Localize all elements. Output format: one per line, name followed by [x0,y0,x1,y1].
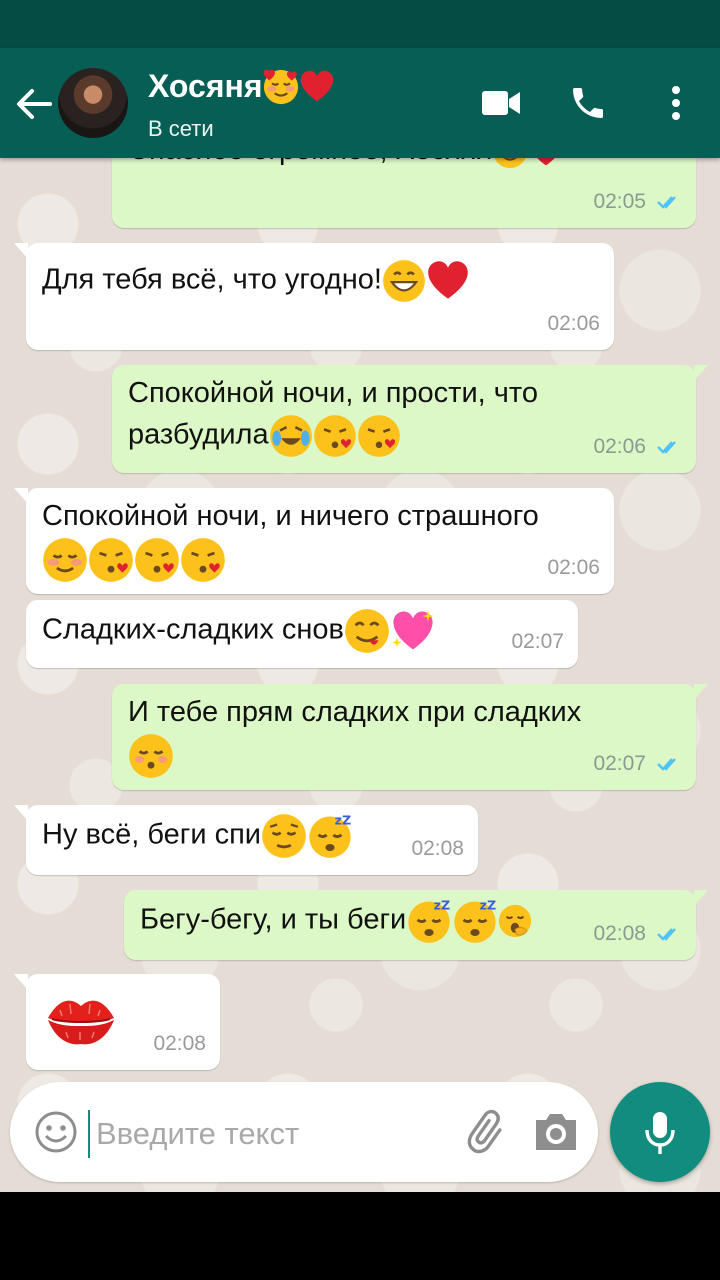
message-time: 02:06 [593,435,646,458]
smiling-hearts-icon [262,68,299,105]
message-bubble-outgoing[interactable]: Бегу-бегу, и ты беги 02:08 [124,890,708,960]
message-meta: 02:08 [593,913,682,954]
bubble-tail [14,805,28,821]
message-bubble-incoming[interactable]: Спокойной ночи, и ничего страшного 02:06 [14,488,614,594]
camera-icon[interactable] [532,1108,580,1156]
tears-of-joy-emoji-icon [268,414,313,458]
message-bubble-outgoing[interactable]: И тебе прям сладких при сладких 02:07 [112,684,708,790]
message-text: Сладких-сладких снов [42,608,564,654]
read-ticks-icon [656,195,677,208]
sleeping-emoji-icon [407,898,452,944]
read-ticks-icon [656,757,677,770]
message-meta: 02:06 [547,547,600,588]
message-text-line: Спокойной ночи, и ничего страшного [42,500,539,532]
message-bubble-incoming[interactable]: Ну всё, беги спи 02:08 [14,805,478,875]
kiss-lips-icon [46,992,116,1060]
message-time: 02:06 [547,556,600,579]
message-time: 02:08 [153,1032,206,1055]
message-bubble-incoming[interactable]: 02:08 [14,974,220,1070]
bubble-tail [14,974,28,990]
message-bubble-incoming[interactable]: Сладких-сладких снов 02:07 [26,600,578,668]
mic-button[interactable] [610,1082,710,1182]
kissing-closed-eyes-emoji-icon [128,733,174,779]
message-time: 02:08 [593,922,646,945]
message-bubble-outgoing[interactable]: Спокойной ночи, и прости, что разбудила … [112,365,708,473]
relaxed-emoji-icon [42,537,88,583]
message-meta: 02:07 [593,743,682,784]
chat-header: Хосяня В сети [0,48,720,158]
message-bubble-outgoing[interactable]: Спасибо огромное, Хосяяя 02:05 [112,158,696,228]
status-bar [0,0,720,48]
grinning-emoji-icon [381,259,426,303]
avatar[interactable] [58,68,128,138]
message-text: Для тебя всё, что угодно! [42,251,600,303]
bubble-tail [694,890,708,906]
message-composer [10,1082,598,1182]
relaxed-emoji-icon [492,158,529,170]
contact-name[interactable]: Хосяня [148,68,335,105]
blowing-kiss-emoji-icon [88,537,134,583]
blowing-kiss-emoji-icon [312,414,357,458]
message-emoji-line [42,537,600,583]
video-call-icon[interactable] [476,78,526,128]
message-input[interactable] [88,1110,448,1158]
message-time: 02:08 [411,837,464,860]
message-meta: 02:08 [153,1023,206,1064]
relieved-emoji-icon [260,813,307,859]
heart-icon [530,158,563,166]
phone-icon[interactable] [563,78,613,128]
sleeping-emoji-icon [453,898,498,944]
mic-icon [645,1112,675,1154]
bubble-tail [14,243,28,259]
bubble-tail [694,684,708,700]
message-meta: 02:08 [411,828,464,869]
yum-emoji-icon [343,608,390,654]
message-text-line: И тебе прям сладких при сладких [128,696,582,728]
bubble-tail [694,365,708,381]
back-arrow-icon[interactable] [12,82,56,126]
attach-icon[interactable] [464,1108,512,1156]
blowing-kiss-emoji-icon [356,414,401,458]
message-time: 02:07 [593,752,646,775]
message-list[interactable]: Спасибо огромное, Хосяяя 02:05 Для тебя … [0,158,720,1192]
yawning-emoji-icon [498,904,533,938]
bubble-tail [14,488,28,504]
message-time: 02:07 [511,630,564,653]
message-text-line: Спокойной ночи, и прости, что [128,377,538,409]
sparkling-heart-icon [392,610,434,650]
message-time: 02:06 [547,312,600,335]
read-ticks-icon [656,927,677,940]
more-vert-icon[interactable] [651,78,701,128]
system-nav-bar [0,1192,720,1280]
emoji-icon[interactable] [34,1110,78,1154]
contact-name-text: Хосяня [148,68,263,104]
message-bubble-incoming[interactable]: Для тебя всё, что угодно! 02:06 [14,243,614,350]
sleeping-emoji-icon [307,813,353,859]
message-meta: 02:05 [593,181,682,222]
message-meta: 02:06 [547,303,600,344]
message-time: 02:05 [593,190,646,213]
read-ticks-icon [656,440,677,453]
message-text: Ну всё, беги спи [42,813,464,859]
blowing-kiss-emoji-icon [180,537,226,583]
contact-status: В сети [148,116,214,141]
heart-icon [428,261,468,299]
message-text: Спокойной ночи, и ничего страшного [42,496,600,583]
blowing-kiss-emoji-icon [134,537,180,583]
message-meta: 02:06 [593,426,682,467]
message-meta: 02:07 [511,621,564,662]
message-text: Спасибо огромное, Хосяяя [128,158,682,171]
heart-icon [300,70,333,101]
